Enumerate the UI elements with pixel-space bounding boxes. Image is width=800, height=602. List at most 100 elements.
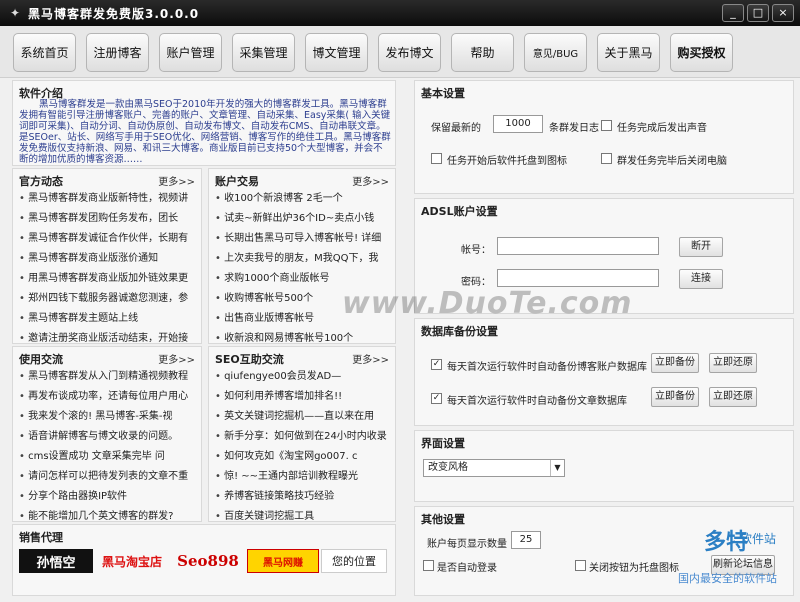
official-news-title: 官方动态 bbox=[19, 175, 63, 188]
seo-exchange-title: SEO互助交流 bbox=[215, 353, 284, 366]
auto-login-label: 是否自动登录 bbox=[437, 563, 497, 574]
about-button[interactable]: 关于黑马 bbox=[597, 33, 660, 72]
list-item[interactable]: cms设置成功 文章采集完毕 问 bbox=[19, 447, 195, 467]
list-item[interactable]: 分享个路由器换IP软件 bbox=[19, 487, 195, 507]
list-item[interactable]: 英文关键词挖掘机——直以来在用 bbox=[215, 407, 391, 427]
list-item[interactable]: 我来发个滚的! 黑马博客-采集-视 bbox=[19, 407, 195, 427]
sound-label: 任务完成后发出声音 bbox=[617, 123, 707, 134]
agent-logos: 孙悟空 黑马淘宝店 Seo898 黑马网赚 您的位置 bbox=[19, 549, 387, 573]
list-item[interactable]: 黑马博客群发团购任务发布，团长 bbox=[19, 209, 195, 229]
collect-manage-button[interactable]: 采集管理 bbox=[232, 33, 295, 72]
adsl-title: ADSL账户设置 bbox=[421, 205, 498, 218]
account-trade-list: 收100个新浪博客 2毛一个 试卖~新鲜出炉36个ID~卖点小钱 长期出售黑马可… bbox=[215, 189, 391, 349]
intro-text: 黑马博客群发是一款由黑马SEO于2010年开发的强大的博客群发工具。黑马博客群发… bbox=[19, 99, 391, 165]
restore-accounts-now-button[interactable]: 立即还原 bbox=[709, 353, 757, 373]
window-controls: _ □ × bbox=[722, 4, 794, 22]
backup-panel: 数据库备份设置 ✓ 每天首次运行软件时自动备份博客账户数据库 立即备份 立即还原… bbox=[414, 318, 794, 426]
chevron-down-icon[interactable]: ▼ bbox=[550, 460, 564, 476]
agents-title: 销售代理 bbox=[19, 531, 63, 544]
tray-on-start-checkbox[interactable] bbox=[431, 153, 442, 164]
list-item[interactable]: 再发布谈成功率，还请每位用户用心 bbox=[19, 387, 195, 407]
seo-exchange-more-link[interactable]: 更多>> bbox=[352, 351, 389, 366]
list-item[interactable]: 黑马博客群发商业版新特性，视频讲 bbox=[19, 189, 195, 209]
list-item[interactable]: 新手分享：如何做到在24小时内收录 bbox=[215, 427, 391, 447]
tray-close-checkbox[interactable] bbox=[575, 560, 586, 571]
other-settings-title: 其他设置 bbox=[421, 513, 465, 526]
restore-articles-now-button[interactable]: 立即还原 bbox=[709, 387, 757, 407]
keep-log-count-input[interactable]: 1000 bbox=[493, 115, 543, 133]
main-toolbar: 系统首页 注册博客 账户管理 采集管理 博文管理 发布博文 帮助 意见/BUG … bbox=[0, 26, 800, 78]
style-select[interactable]: 改变风格 ▼ bbox=[423, 459, 565, 477]
list-item[interactable]: 用黑马博客群发商业版加外链效果更 bbox=[19, 269, 195, 289]
minimize-button[interactable]: _ bbox=[722, 4, 744, 22]
tray-on-start-label: 任务开始后软件托盘到图标 bbox=[447, 156, 567, 167]
title-bar: ✦ 黑马博客群发免费版3.0.0.0 _ □ × bbox=[0, 0, 800, 26]
buy-license-button[interactable]: 购买授权 bbox=[670, 33, 733, 72]
list-item[interactable]: 黑马博客群发主题站上线 bbox=[19, 309, 195, 329]
backup-articles-checkbox[interactable]: ✓ bbox=[431, 393, 442, 404]
intro-panel: 软件介绍 黑马博客群发是一款由黑马SEO于2010年开发的强大的博客群发工具。黑… bbox=[12, 80, 396, 166]
keep-log-suffix: 条群发日志 bbox=[549, 123, 599, 134]
account-trade-more-link[interactable]: 更多>> bbox=[352, 173, 389, 188]
backup-accounts-checkbox[interactable]: ✓ bbox=[431, 359, 442, 370]
adsl-password-input[interactable] bbox=[497, 269, 659, 287]
list-item[interactable]: 收100个新浪博客 2毛一个 bbox=[215, 189, 391, 209]
list-item[interactable]: 养博客链接策略技巧经验 bbox=[215, 487, 391, 507]
style-select-value: 改变风格 bbox=[428, 462, 468, 473]
shutdown-label: 群发任务完毕后关闭电脑 bbox=[617, 156, 727, 167]
list-item[interactable]: 黑马博客群发从入门到精通视频教程 bbox=[19, 367, 195, 387]
duote-watermark: www.DuoTe.com bbox=[342, 286, 633, 321]
duote-logo-tag: 软件站 bbox=[740, 532, 777, 546]
list-item[interactable]: 语音讲解博客与博文收录的问题。 bbox=[19, 427, 195, 447]
agent-slot-your-position[interactable]: 您的位置 bbox=[321, 549, 387, 573]
list-item[interactable]: 黑马博客群发诚征合作伙伴，长期有 bbox=[19, 229, 195, 249]
usage-exchange-more-link[interactable]: 更多>> bbox=[158, 351, 195, 366]
list-item[interactable]: 试卖~新鲜出炉36个ID~卖点小钱 bbox=[215, 209, 391, 229]
basic-settings-title: 基本设置 bbox=[421, 87, 465, 100]
agent-logo-seo898[interactable]: Seo898 bbox=[171, 549, 245, 573]
agent-logo-taobao[interactable]: 黑马淘宝店 bbox=[95, 549, 169, 573]
auto-login-checkbox[interactable] bbox=[423, 560, 434, 571]
app-icon: ✦ bbox=[9, 6, 21, 20]
list-item[interactable]: 惊! ~~王通内部培训教程曝光 bbox=[215, 467, 391, 487]
list-item[interactable]: 郑州四钱下载服务器诚邀您测速，参 bbox=[19, 289, 195, 309]
agent-logo-wangzhuan[interactable]: 黑马网赚 bbox=[247, 549, 319, 573]
sound-checkbox[interactable] bbox=[601, 120, 612, 131]
seo-exchange-panel: SEO互助交流 更多>> qiufengye00会员发AD— 如何利用养博客增加… bbox=[208, 346, 396, 522]
feedback-button[interactable]: 意见/BUG bbox=[524, 33, 587, 72]
page-size-input[interactable]: 25 bbox=[511, 531, 541, 549]
home-button[interactable]: 系统首页 bbox=[13, 33, 76, 72]
list-item[interactable]: 如何攻克如《淘宝网go007. c bbox=[215, 447, 391, 467]
maximize-button[interactable]: □ bbox=[747, 4, 769, 22]
list-item[interactable]: 黑马博客群发商业版涨价通知 bbox=[19, 249, 195, 269]
official-news-more-link[interactable]: 更多>> bbox=[158, 173, 195, 188]
post-manage-button[interactable]: 博文管理 bbox=[305, 33, 368, 72]
agent-logo-sunwukong[interactable]: 孙悟空 bbox=[19, 549, 93, 573]
backup-accounts-label: 每天首次运行软件时自动备份博客账户数据库 bbox=[447, 362, 647, 373]
account-trade-title: 账户交易 bbox=[215, 175, 259, 188]
official-news-panel: 官方动态 更多>> 黑马博客群发商业版新特性，视频讲 黑马博客群发团购任务发布，… bbox=[12, 168, 202, 344]
publish-post-button[interactable]: 发布博文 bbox=[378, 33, 441, 72]
backup-title: 数据库备份设置 bbox=[421, 325, 498, 338]
left-column: 软件介绍 黑马博客群发是一款由黑马SEO于2010年开发的强大的博客群发工具。黑… bbox=[12, 80, 396, 596]
seo-exchange-list: qiufengye00会员发AD— 如何利用养博客增加排名!! 英文关键词挖掘机… bbox=[215, 367, 391, 527]
close-button[interactable]: × bbox=[772, 4, 794, 22]
backup-articles-now-button[interactable]: 立即备份 bbox=[651, 387, 699, 407]
list-item[interactable]: qiufengye00会员发AD— bbox=[215, 367, 391, 387]
adsl-account-input[interactable] bbox=[497, 237, 659, 255]
list-item[interactable]: 上次卖我号的朋友，M我QQ下，我 bbox=[215, 249, 391, 269]
list-item[interactable]: 请问怎样可以把待发列表的文章不重 bbox=[19, 467, 195, 487]
account-manage-button[interactable]: 账户管理 bbox=[159, 33, 222, 72]
register-blog-button[interactable]: 注册博客 bbox=[86, 33, 149, 72]
tray-close-label: 关闭按钮为托盘图标 bbox=[589, 563, 679, 574]
agents-panel: 销售代理 孙悟空 黑马淘宝店 Seo898 黑马网赚 您的位置 bbox=[12, 524, 396, 596]
duote-logo-sub: 国内最安全的软件站 bbox=[678, 572, 777, 585]
disconnect-button[interactable]: 断开 bbox=[679, 237, 723, 257]
list-item[interactable]: 长期出售黑马可导入博客帐号! 详细 bbox=[215, 229, 391, 249]
connect-button[interactable]: 连接 bbox=[679, 269, 723, 289]
usage-exchange-title: 使用交流 bbox=[19, 353, 63, 366]
backup-accounts-now-button[interactable]: 立即备份 bbox=[651, 353, 699, 373]
help-button[interactable]: 帮助 bbox=[451, 33, 514, 72]
shutdown-checkbox[interactable] bbox=[601, 153, 612, 164]
list-item[interactable]: 如何利用养博客增加排名!! bbox=[215, 387, 391, 407]
